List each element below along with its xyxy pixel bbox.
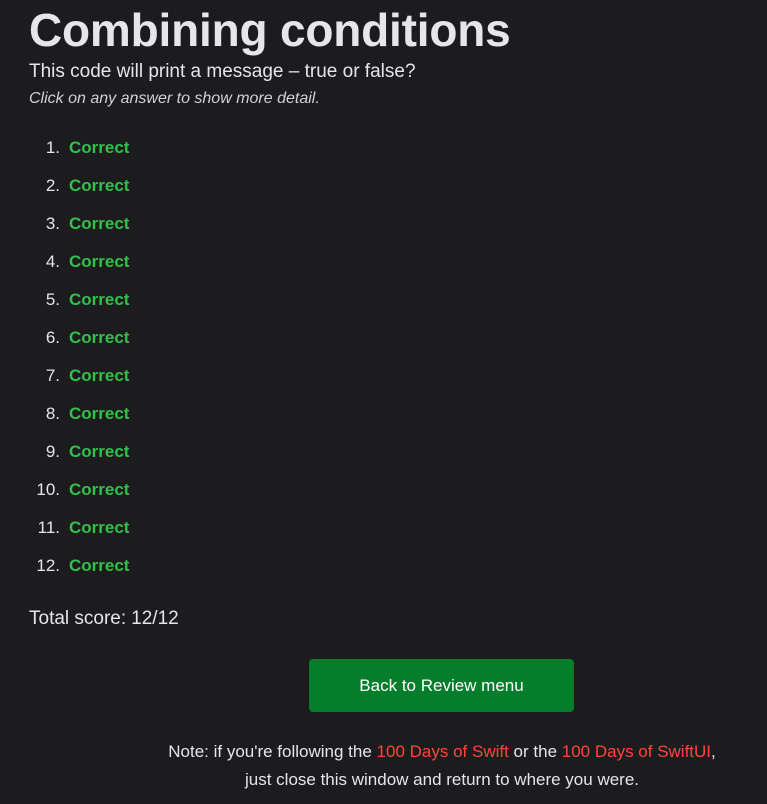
answer-item-10[interactable]: 10. Correct <box>29 471 129 509</box>
answer-result[interactable]: Correct <box>69 252 129 272</box>
answer-result[interactable]: Correct <box>69 138 129 158</box>
answer-number: 1. <box>45 138 60 157</box>
back-to-review-button[interactable]: Back to Review menu <box>309 659 574 712</box>
answer-number: 11. <box>37 518 60 537</box>
answer-result[interactable]: Correct <box>69 328 129 348</box>
page-subtitle: This code will print a message – true or… <box>29 61 416 82</box>
page-title: Combining conditions <box>29 4 511 56</box>
answer-item-4[interactable]: 4. Correct <box>29 243 130 281</box>
answer-number: 9. <box>45 442 60 461</box>
answer-result[interactable]: Correct <box>69 290 129 310</box>
answer-number: 6. <box>45 328 60 347</box>
answer-item-9[interactable]: 9. Correct <box>29 433 130 471</box>
answer-number: 12. <box>36 556 60 575</box>
instruction-hint: Click on any answer to show more detail. <box>29 90 320 107</box>
answer-result[interactable]: Correct <box>69 480 129 500</box>
answer-item-5[interactable]: 5. Correct <box>29 281 130 319</box>
answer-number: 10. <box>36 480 60 499</box>
total-score-value: 12/12 <box>131 608 179 629</box>
answer-result[interactable]: Correct <box>69 176 129 196</box>
answer-result[interactable]: Correct <box>69 404 129 424</box>
answer-item-3[interactable]: 3. Correct <box>29 205 130 243</box>
link-100-days-of-swiftui[interactable]: 100 Days of SwiftUI <box>562 742 711 761</box>
note-middle: or the <box>508 742 562 761</box>
answer-item-7[interactable]: 7. Correct <box>29 357 130 395</box>
answer-item-1[interactable]: 1. Correct <box>29 129 130 167</box>
footer-note: Note: if you're following the 100 Days o… <box>162 738 722 794</box>
note-prefix: Note: if you're following the <box>168 742 377 761</box>
answer-item-11[interactable]: 11. Correct <box>29 509 130 547</box>
answer-number: 8. <box>45 404 60 423</box>
answer-result[interactable]: Correct <box>69 518 129 538</box>
answer-number: 2. <box>45 176 60 195</box>
answer-number: 4. <box>45 252 60 271</box>
total-score-label: Total score: <box>29 608 127 629</box>
answer-list: 1. Correct 2. Correct 3. Correct 4. Corr… <box>29 129 129 585</box>
answer-result[interactable]: Correct <box>69 214 129 234</box>
answer-result[interactable]: Correct <box>69 366 129 386</box>
answer-item-6[interactable]: 6. Correct <box>29 319 130 357</box>
link-100-days-of-swift[interactable]: 100 Days of Swift <box>377 742 509 761</box>
answer-item-2[interactable]: 2. Correct <box>29 167 130 205</box>
answer-result[interactable]: Correct <box>69 556 129 576</box>
answer-result[interactable]: Correct <box>69 442 129 462</box>
total-score: Total score: 12/12 <box>29 607 179 631</box>
answer-number: 3. <box>45 214 60 233</box>
answer-number: 5. <box>45 290 60 309</box>
answer-item-12[interactable]: 12. Correct <box>29 547 129 585</box>
answer-item-8[interactable]: 8. Correct <box>29 395 130 433</box>
answer-number: 7. <box>45 366 60 385</box>
